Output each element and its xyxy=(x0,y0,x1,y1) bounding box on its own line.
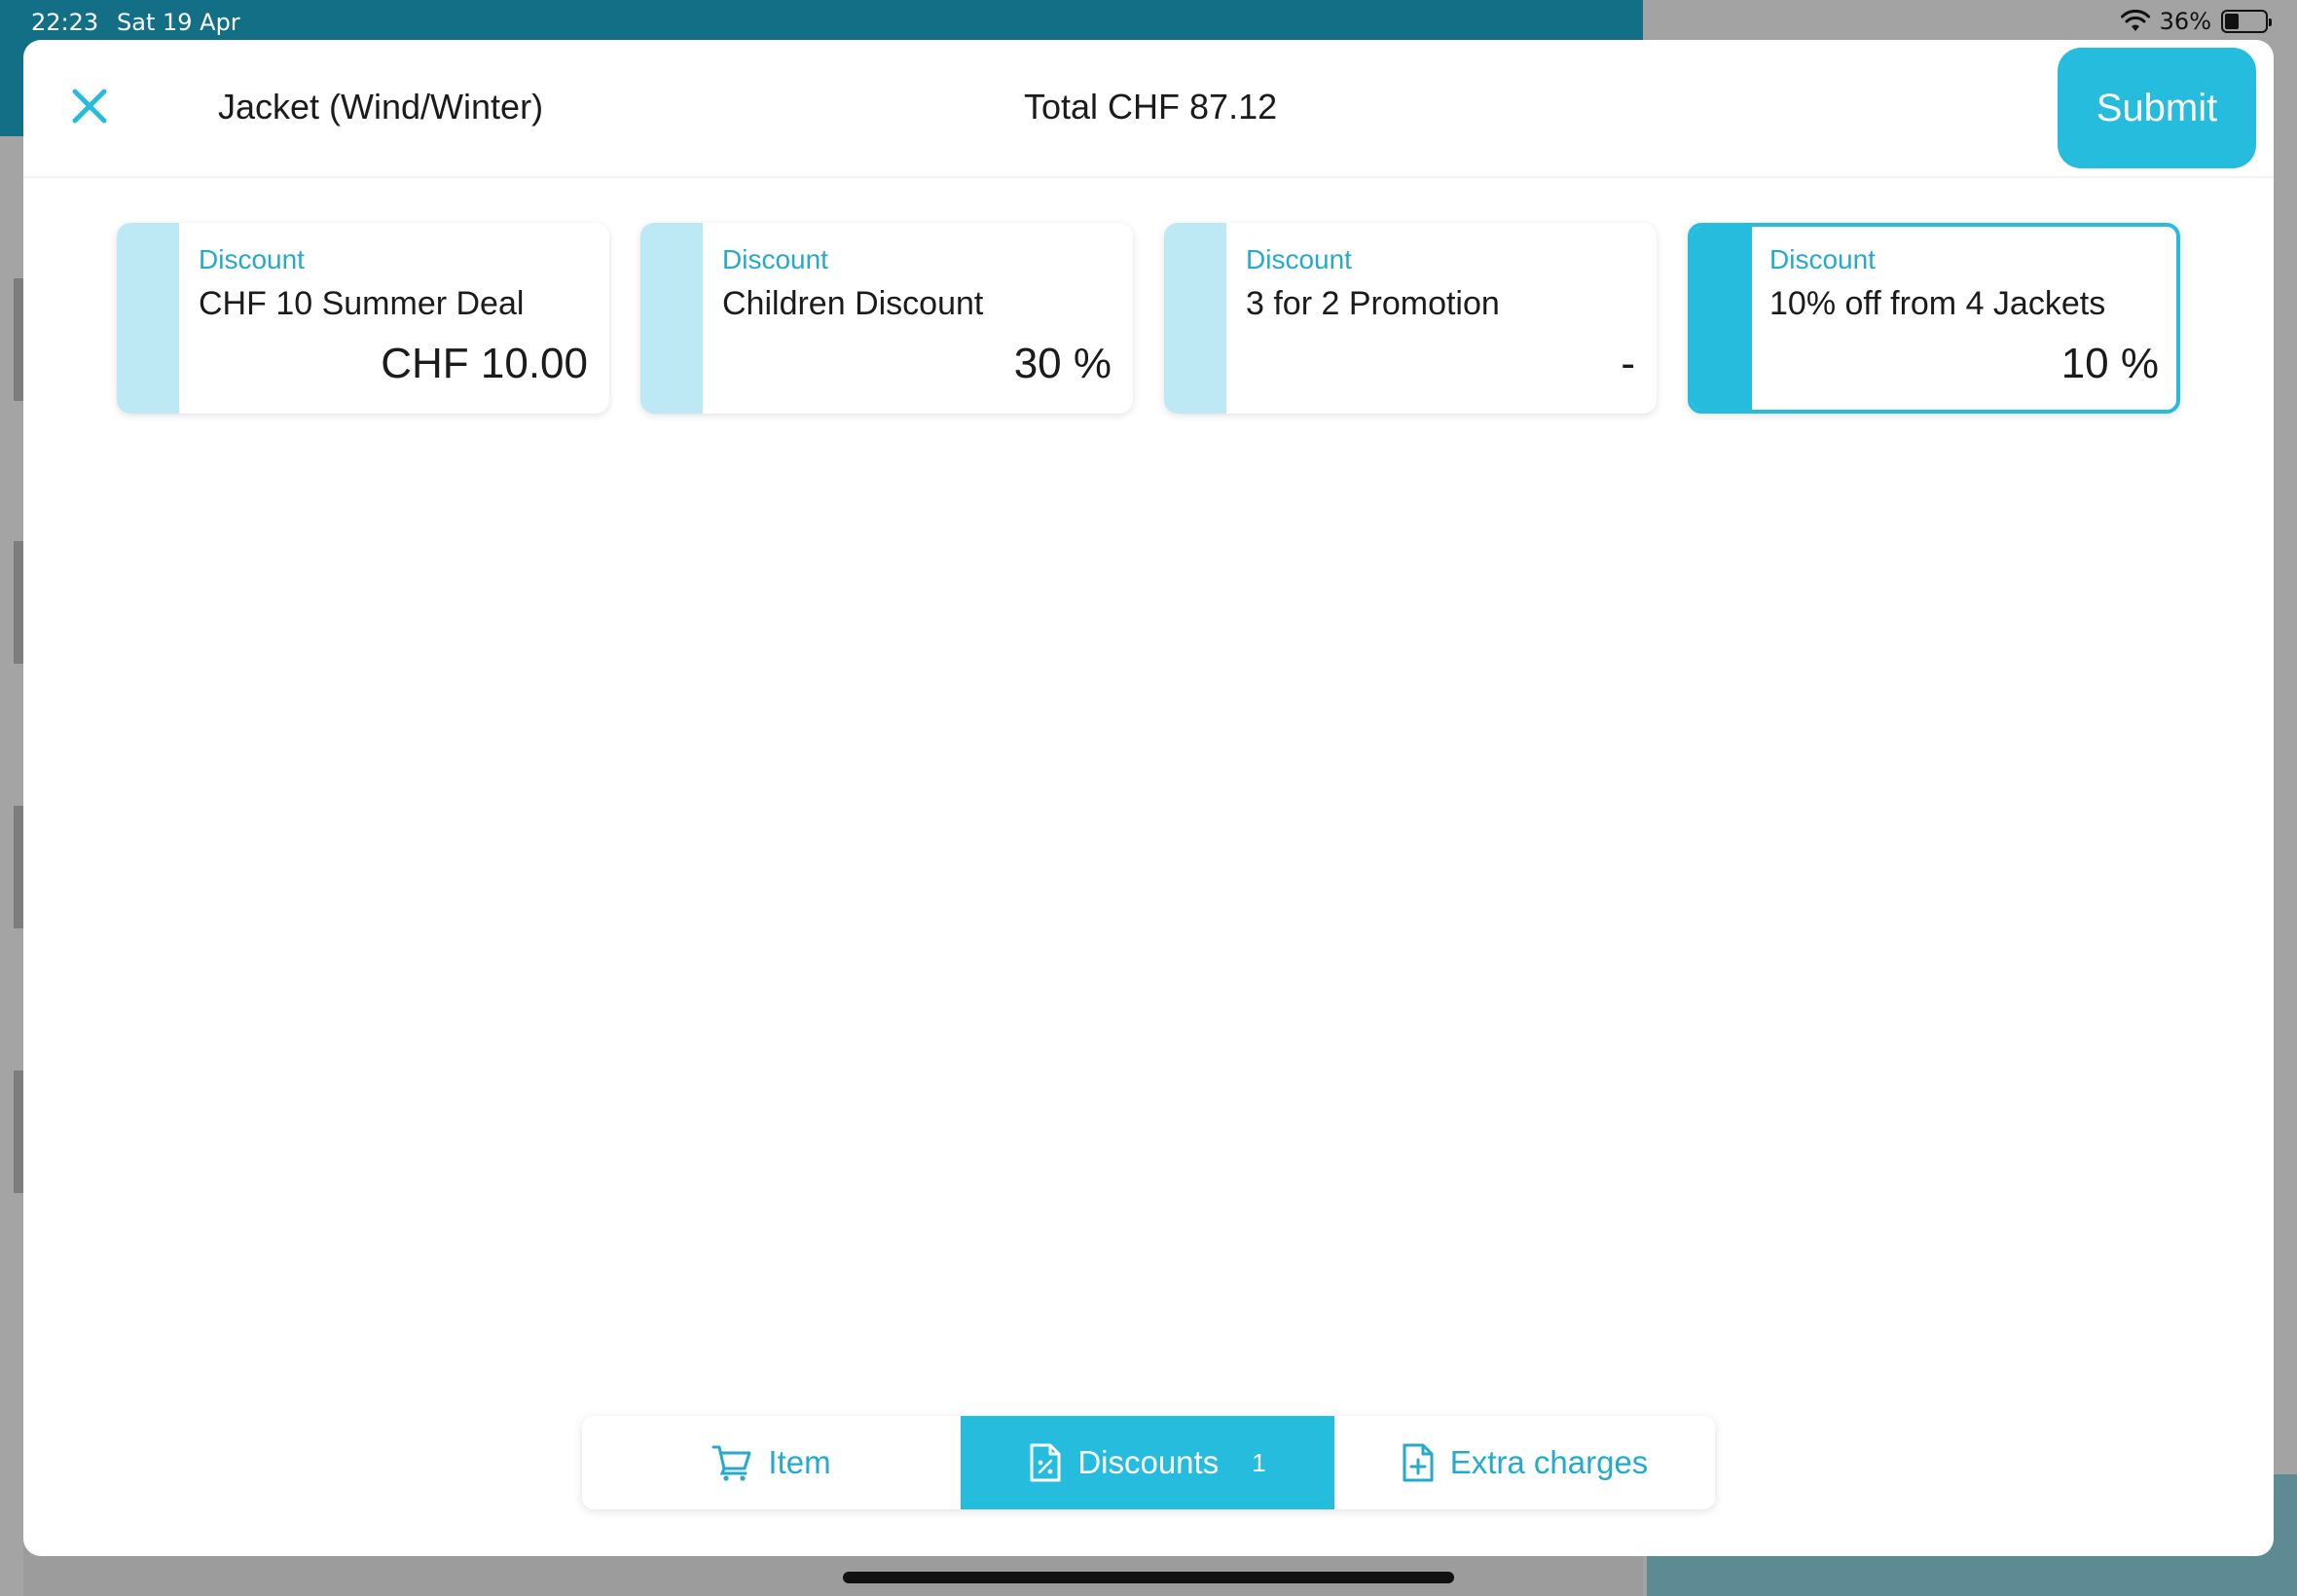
close-button[interactable] xyxy=(66,83,113,129)
discount-name: 10% off from 4 Jackets xyxy=(1769,285,2106,322)
close-icon xyxy=(72,89,107,124)
discount-card[interactable]: Discount CHF 10 Summer Deal CHF 10.00 xyxy=(117,223,609,414)
add-document-icon xyxy=(1403,1443,1434,1482)
discount-card[interactable]: Discount 3 for 2 Promotion - xyxy=(1164,223,1657,414)
tab-item-label: Item xyxy=(768,1444,831,1480)
background-app-sidebar xyxy=(0,136,23,1596)
percent-document-icon xyxy=(1030,1443,1061,1482)
status-bar: 22:23 Sat 19 Apr 36% xyxy=(0,0,2297,45)
battery-icon xyxy=(2221,10,2272,33)
home-indicator xyxy=(843,1572,1454,1583)
modal-header: Jacket (Wind/Winter) Total CHF 87.12 Sub… xyxy=(23,40,2274,178)
card-stripe xyxy=(1692,227,1752,410)
status-date: Sat 19 Apr xyxy=(117,9,240,36)
discount-value: CHF 10.00 xyxy=(381,340,588,387)
background-divider xyxy=(14,1070,23,1193)
discount-name: CHF 10 Summer Deal xyxy=(199,285,525,322)
background-divider xyxy=(14,541,23,664)
order-total: Total CHF 87.12 xyxy=(1024,87,1278,127)
discount-type-label: Discount xyxy=(722,244,828,274)
discount-type-label: Discount xyxy=(1246,244,1352,274)
tab-extra-charges-label: Extra charges xyxy=(1449,1444,1649,1480)
status-time: 22:23 xyxy=(31,9,99,36)
discount-value: - xyxy=(1621,340,1635,387)
cart-icon xyxy=(711,1445,751,1481)
discount-name: Children Discount xyxy=(722,285,984,322)
item-title: Jacket (Wind/Winter) xyxy=(218,87,544,127)
card-stripe xyxy=(117,223,179,414)
discount-type-label: Discount xyxy=(1769,244,1876,274)
tab-item[interactable]: Item xyxy=(582,1416,961,1509)
discount-type-label: Discount xyxy=(199,244,305,274)
card-stripe xyxy=(1164,223,1226,414)
background-divider xyxy=(14,278,23,401)
discount-value: 10 % xyxy=(2060,340,2159,387)
wifi-icon xyxy=(2120,10,2150,31)
tab-discounts-label: Discounts xyxy=(1077,1444,1220,1480)
bottom-tab-bar: Item Discounts 1 Extra charges xyxy=(582,1416,1715,1509)
background-divider xyxy=(14,806,23,928)
discount-count-badge: 1 xyxy=(1252,1447,1266,1477)
battery-percentage: 36% xyxy=(2159,8,2211,35)
tab-discounts[interactable]: Discounts 1 xyxy=(961,1416,1334,1509)
discount-card-selected[interactable]: Discount 10% off from 4 Jackets 10 % xyxy=(1688,223,2180,414)
discount-card[interactable]: Discount Children Discount 30 % xyxy=(640,223,1133,414)
card-stripe xyxy=(640,223,703,414)
discount-value: 30 % xyxy=(1013,340,1112,387)
tab-extra-charges[interactable]: Extra charges xyxy=(1334,1416,1715,1509)
status-indicators: 36% xyxy=(2120,8,2272,35)
discount-name: 3 for 2 Promotion xyxy=(1246,285,1500,322)
discount-modal: Jacket (Wind/Winter) Total CHF 87.12 Sub… xyxy=(23,40,2274,1556)
battery-level xyxy=(2225,14,2240,29)
submit-button[interactable]: Submit xyxy=(2058,48,2256,168)
